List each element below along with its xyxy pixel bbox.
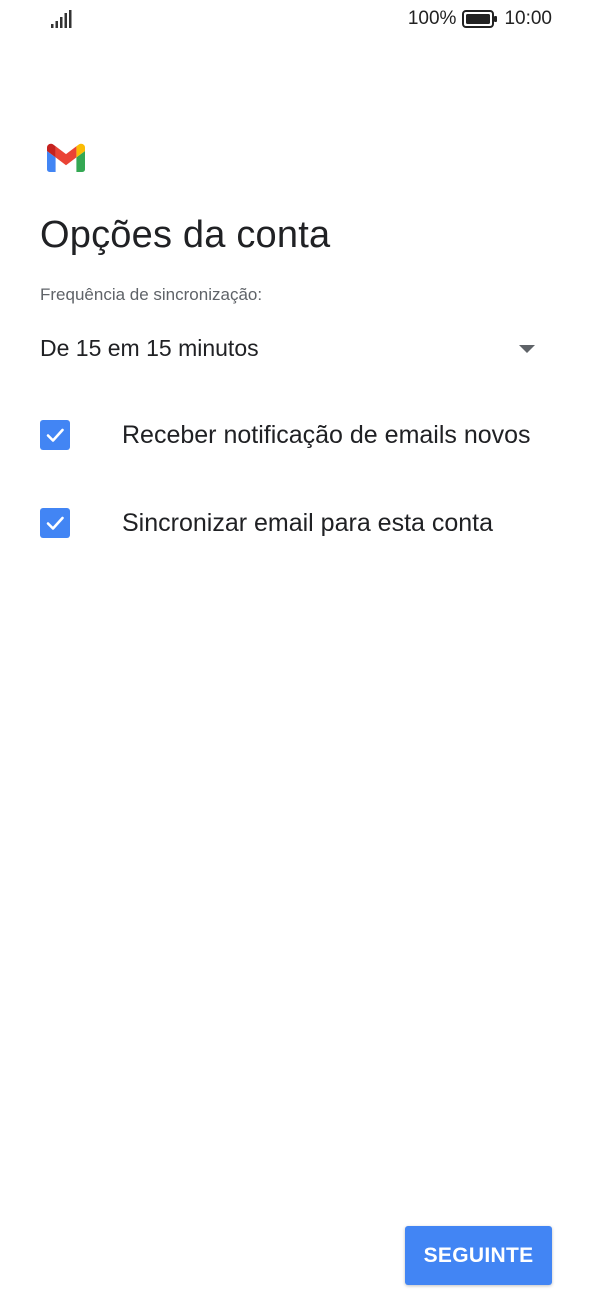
checkmark-icon: [46, 428, 64, 442]
sync-checkbox[interactable]: [40, 508, 70, 538]
battery-full-icon: [462, 10, 498, 28]
battery-percentage: 100%: [407, 8, 457, 29]
next-button[interactable]: SEGUINTE: [405, 1226, 552, 1285]
sync-frequency-label: Frequência de sincronização:: [40, 285, 263, 304]
checkmark-icon: [46, 516, 64, 530]
account-options-screen: 100% 10:00 Opções da conta Frequência de…: [0, 0, 592, 1315]
notify-checkbox[interactable]: [40, 420, 70, 450]
sync-frequency-value: De 15 em 15 minutos: [40, 335, 259, 361]
page-title: Opções da conta: [40, 214, 331, 256]
sync-frequency-dropdown[interactable]: De 15 em 15 minutos: [40, 330, 540, 370]
status-right: 100% 10:00: [408, 8, 552, 30]
sync-option-label: Sincronizar email para esta conta: [122, 508, 494, 537]
gmail-logo-icon: [47, 143, 85, 172]
status-bar: 100% 10:00: [0, 0, 592, 40]
dropdown-arrow-icon: [519, 345, 535, 353]
sync-email-option[interactable]: Sincronizar email para esta conta: [40, 503, 560, 543]
signal-bars-icon: [51, 10, 72, 28]
notify-new-emails-option[interactable]: Receber notificação de emails novos: [40, 415, 560, 455]
notify-option-label: Receber notificação de emails novos: [122, 420, 531, 449]
status-time: 10:00: [504, 8, 552, 29]
